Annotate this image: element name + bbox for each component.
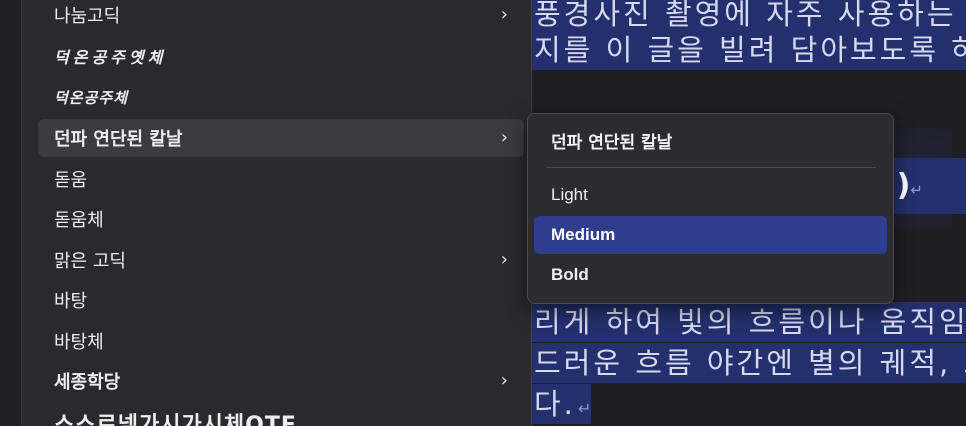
font-item-label: 맑은 고딕 bbox=[54, 251, 126, 272]
doc-line-1: 풍경사진 촬영에 자주 사용하는 기 bbox=[532, 0, 966, 34]
font-item-label: 덕온공주옛체 bbox=[54, 48, 167, 67]
doc-line-text: 풍경사진 촬영에 자주 사용하는 기 bbox=[534, 0, 966, 31]
weight-option-bold[interactable]: Bold bbox=[534, 256, 887, 294]
chevron-right-icon: › bbox=[500, 370, 508, 391]
paragraph-mark-icon: ↵ bbox=[910, 181, 923, 199]
weight-option-medium[interactable]: Medium bbox=[534, 216, 887, 254]
font-item-label: 바탕체 bbox=[54, 332, 104, 353]
font-item-label: 나눔고딕 bbox=[54, 6, 121, 27]
doc-line-3: 리게 하여 빛의 흐름이나 움직임을 bbox=[532, 302, 966, 342]
chevron-right-icon: › bbox=[500, 249, 508, 270]
font-item-label: 돋움체 bbox=[54, 210, 104, 231]
doc-line-5: 다. ↵ bbox=[532, 384, 592, 424]
font-item-label: 던파 연단된 칼날 bbox=[54, 129, 183, 150]
weight-option-label: Medium bbox=[551, 225, 616, 244]
font-item-sejong[interactable]: 세종학당 › bbox=[38, 362, 524, 400]
doc-line-text: 드러운 흐름 야간엔 별의 궤적, 모 bbox=[534, 346, 966, 380]
doc-line-text: 리게 하여 빛의 흐름이나 움직임을 bbox=[534, 305, 966, 339]
font-item-label: 돋움 bbox=[54, 170, 88, 191]
doc-line-text: 다. bbox=[534, 387, 576, 421]
font-item-dotumche[interactable]: 돋움체 bbox=[38, 200, 524, 238]
font-item-label: 세종학당 bbox=[54, 372, 121, 393]
chevron-right-icon: › bbox=[500, 4, 508, 25]
font-item-label: 스스로넴가시가시체OTF bbox=[54, 413, 297, 426]
weight-option-label: Light bbox=[551, 185, 588, 204]
submenu-title: 던파 연단된 칼날 bbox=[551, 133, 673, 153]
font-item-batangche[interactable]: 바탕체 bbox=[38, 322, 524, 360]
font-item-label: 바탕 bbox=[54, 291, 88, 312]
submenu-divider bbox=[546, 167, 876, 168]
font-weight-submenu: 던파 연단된 칼날 Light Medium Bold bbox=[527, 113, 894, 304]
chevron-right-icon: › bbox=[500, 127, 508, 148]
weight-option-light[interactable]: Light bbox=[534, 176, 887, 214]
font-item-malgun-gothic[interactable]: 맑은 고딕 › bbox=[38, 241, 524, 279]
font-item-dotum[interactable]: 돋움 bbox=[38, 160, 524, 198]
doc-line-2: 지를 이 글을 빌려 담아보도록 하 bbox=[532, 30, 966, 70]
font-item-deokon-old[interactable]: 덕온공주옛체 bbox=[38, 37, 524, 75]
window-edge bbox=[0, 0, 22, 426]
font-menu: 나눔고딕 › 덕온공주옛체 덕온공주체 던파 연단된 칼날 › 돋움 돋움체 맑… bbox=[22, 0, 532, 426]
weight-option-label: Bold bbox=[551, 265, 589, 284]
font-item-nanum-gothic[interactable]: 나눔고딕 › bbox=[38, 0, 524, 34]
doc-line-4: 드러운 흐름 야간엔 별의 궤적, 모 bbox=[532, 343, 966, 383]
font-item-batang[interactable]: 바탕 bbox=[38, 281, 524, 319]
doc-line-text: 지를 이 글을 빌려 담아보도록 하 bbox=[534, 33, 966, 67]
font-item-label: 덕온공주체 bbox=[54, 88, 129, 107]
font-item-deokon[interactable]: 덕온공주체 bbox=[38, 78, 524, 116]
font-item-thorny[interactable]: 스스로넴가시가시체OTF bbox=[38, 404, 524, 426]
paragraph-mark-icon: ↵ bbox=[577, 399, 592, 418]
font-item-dnf-blade[interactable]: 던파 연단된 칼날 › bbox=[38, 119, 524, 157]
